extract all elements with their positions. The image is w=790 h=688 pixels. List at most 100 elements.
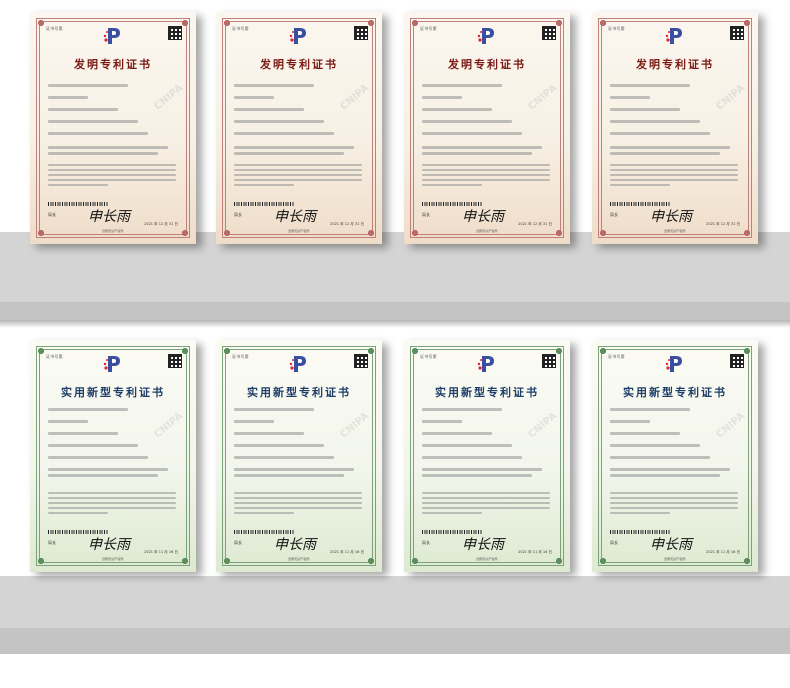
patent-certificate: 证书号第 发明专利证书 CNIPA 局长 申长雨 2021 年 12 月 31 日国家知识…	[592, 12, 758, 244]
info-line	[234, 120, 324, 123]
info-line	[48, 408, 128, 411]
text-line	[610, 492, 738, 494]
qr-code	[354, 354, 368, 368]
info-line	[422, 84, 502, 87]
text-line	[422, 497, 550, 499]
director-label: 局长	[422, 540, 430, 545]
director-signature: 申长雨	[650, 209, 692, 225]
cnipa-logo-icon	[476, 26, 498, 46]
issue-date: 2021 年 11 月 16 日	[518, 550, 552, 554]
text-line	[48, 512, 108, 514]
info-line	[234, 152, 344, 155]
certificate-number: 证书号第	[232, 354, 249, 359]
text-line	[48, 164, 176, 166]
qr-code	[542, 354, 556, 368]
text-line	[610, 169, 738, 171]
text-line	[610, 502, 738, 504]
patent-certificate: 证书号第 发明专利证书 CNIPA 局长 申长雨 2021 年 12 月 31 日国家知识…	[30, 12, 196, 244]
text-line	[610, 184, 670, 186]
info-line	[234, 456, 334, 459]
cnipa-logo-icon	[476, 354, 498, 374]
info-line	[422, 108, 492, 111]
issue-date: 2021 年 12 月 31 日	[330, 222, 364, 226]
issuer-footer: 国家知识产权局	[102, 229, 124, 233]
info-line	[234, 146, 354, 149]
text-line	[234, 164, 362, 166]
info-line	[234, 420, 274, 423]
certificate-title: 实用新型专利证书	[435, 386, 539, 399]
text-line	[48, 507, 176, 509]
text-line	[422, 174, 550, 176]
info-line	[610, 408, 690, 411]
text-line	[422, 184, 482, 186]
patent-certificate: 证书号第 实用新型专利证书 CNIPA 局长 申长雨 2021 年 11 月 16 日国家…	[30, 340, 196, 572]
info-line	[422, 152, 532, 155]
director-label: 局长	[48, 540, 56, 545]
director-signature: 申长雨	[462, 209, 504, 225]
info-line	[48, 420, 88, 423]
patent-certificate: 证书号第 实用新型专利证书 CNIPA 局长 申长雨 2021 年 11 月 16 日国家…	[592, 340, 758, 572]
certificate-number: 证书号第	[46, 26, 63, 31]
issue-date: 2021 年 12 月 31 日	[706, 222, 740, 226]
info-line	[234, 108, 304, 111]
info-line	[234, 444, 324, 447]
certificate-number: 证书号第	[232, 26, 249, 31]
text-line	[610, 179, 738, 181]
certificate-title: 实用新型专利证书	[623, 386, 727, 399]
issue-date: 2021 年 12 月 31 日	[144, 222, 178, 226]
certificate-title: 实用新型专利证书	[61, 386, 165, 399]
info-line	[234, 432, 304, 435]
text-line	[234, 179, 362, 181]
text-line	[234, 169, 362, 171]
issuer-footer: 国家知识产权局	[102, 557, 124, 561]
info-line	[422, 408, 502, 411]
director-signature: 申长雨	[274, 209, 316, 225]
info-line	[610, 108, 680, 111]
info-line	[422, 96, 462, 99]
text-line	[234, 492, 362, 494]
certificate-number: 证书号第	[46, 354, 63, 359]
text-line	[234, 507, 362, 509]
upper-shelf-shadow	[0, 320, 790, 328]
cnipa-logo-icon	[102, 354, 124, 374]
cnipa-logo-icon	[664, 354, 686, 374]
certificate-number: 证书号第	[420, 26, 437, 31]
issue-date: 2021 年 11 月 16 日	[144, 550, 178, 554]
info-line	[48, 96, 88, 99]
info-line	[422, 468, 542, 471]
certificate-title: 发明专利证书	[260, 58, 338, 71]
info-line	[48, 468, 168, 471]
info-line	[610, 146, 730, 149]
text-line	[48, 169, 176, 171]
issuer-footer: 国家知识产权局	[476, 229, 498, 233]
issue-date: 2021 年 11 月 16 日	[330, 550, 364, 554]
info-line	[610, 474, 720, 477]
certificate-number: 证书号第	[608, 26, 625, 31]
certificate-title: 发明专利证书	[448, 58, 526, 71]
info-line	[48, 132, 148, 135]
certificate-title: 实用新型专利证书	[247, 386, 351, 399]
text-line	[610, 512, 670, 514]
info-line	[422, 456, 522, 459]
info-line	[48, 146, 168, 149]
text-line	[48, 497, 176, 499]
info-line	[48, 108, 118, 111]
director-label: 局长	[610, 212, 618, 217]
text-line	[234, 184, 294, 186]
info-line	[48, 120, 138, 123]
cnipa-logo-icon	[664, 26, 686, 46]
patent-certificate: 证书号第 实用新型专利证书 CNIPA 局长 申长雨 2021 年 11 月 16 日国家…	[216, 340, 382, 572]
info-line	[610, 456, 710, 459]
info-line	[422, 132, 522, 135]
certificate-number: 证书号第	[608, 354, 625, 359]
text-line	[422, 512, 482, 514]
text-line	[422, 164, 550, 166]
issuer-footer: 国家知识产权局	[288, 557, 310, 561]
director-label: 局长	[422, 212, 430, 217]
certificate-title: 发明专利证书	[636, 58, 714, 71]
info-line	[234, 96, 274, 99]
info-line	[422, 120, 512, 123]
text-line	[48, 184, 108, 186]
text-line	[234, 512, 294, 514]
text-line	[48, 502, 176, 504]
